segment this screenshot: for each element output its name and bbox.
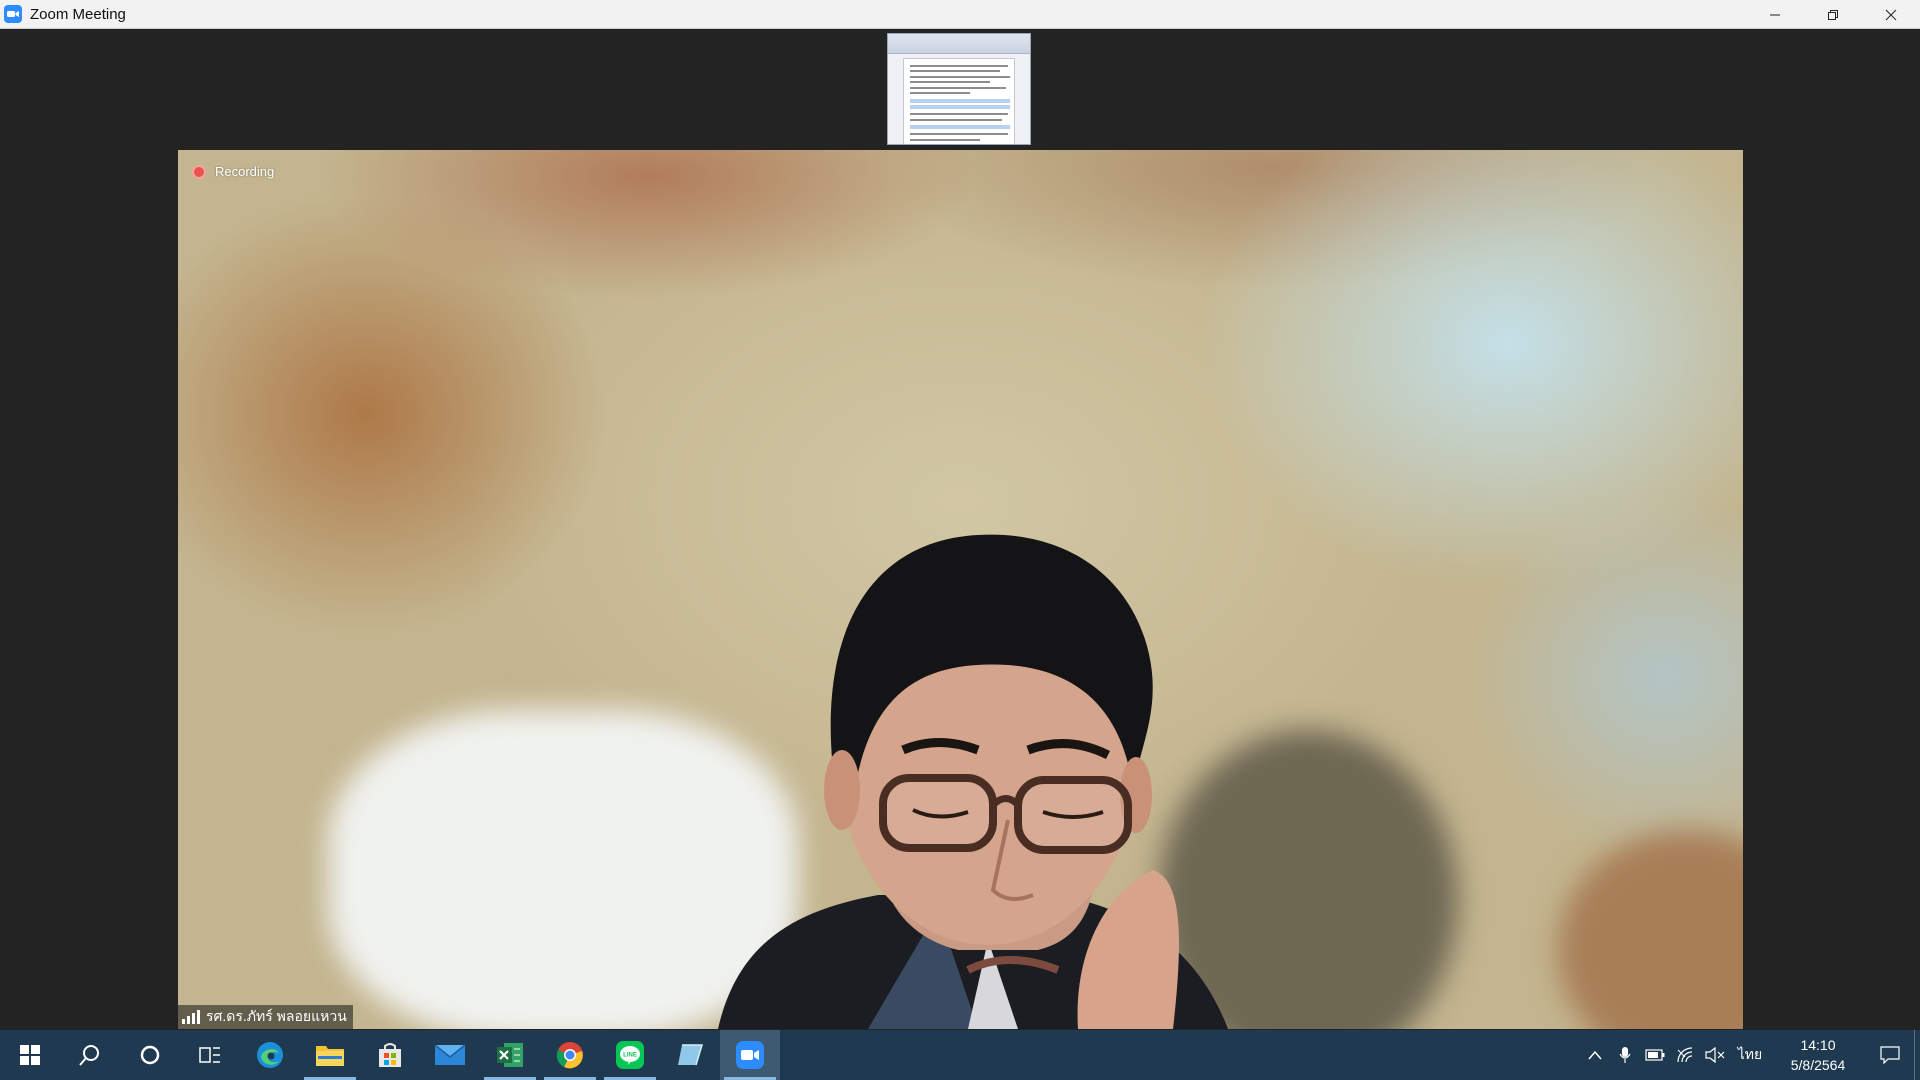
mail-button[interactable] — [420, 1030, 480, 1080]
search-button[interactable] — [60, 1030, 120, 1080]
chrome-button[interactable] — [540, 1030, 600, 1080]
excel-button[interactable] — [480, 1030, 540, 1080]
recording-indicator: Recording — [192, 164, 274, 179]
search-icon — [79, 1045, 99, 1066]
meeting-area: Recording รศ.ดร.ภัทร์ พลอยแหวน — [0, 29, 1920, 1030]
store-icon — [379, 1043, 401, 1067]
excel-icon — [497, 1043, 523, 1067]
participant-video[interactable]: Recording รศ.ดร.ภัทร์ พลอยแหวน — [178, 150, 1743, 1029]
document-ribbon — [888, 34, 1030, 54]
chevron-up-icon — [1588, 1050, 1602, 1060]
zoom-taskbar-button[interactable] — [720, 1030, 780, 1080]
file-explorer-button[interactable] — [300, 1030, 360, 1080]
participant-nameplate: รศ.ดร.ภัทร์ พลอยแหวน — [178, 1005, 353, 1029]
notepad-button[interactable] — [660, 1030, 720, 1080]
window-titlebar: Zoom Meeting — [0, 0, 1920, 29]
edge-icon — [257, 1042, 283, 1068]
battery-icon — [1645, 1049, 1665, 1061]
microphone-icon — [1619, 1047, 1631, 1063]
store-button[interactable] — [360, 1030, 420, 1080]
input-language-button[interactable]: ไทย — [1730, 1030, 1770, 1080]
window-title: Zoom Meeting — [30, 5, 126, 23]
show-desktop-button[interactable] — [1914, 1030, 1920, 1080]
task-view-button[interactable] — [180, 1030, 240, 1080]
participant-figure — [718, 534, 1228, 1029]
document-page — [903, 58, 1015, 144]
participant-name: รศ.ดร.ภัทร์ พลอยแหวน — [206, 1008, 347, 1024]
windows-logo-icon — [20, 1045, 40, 1065]
line-icon: LINE — [616, 1041, 644, 1069]
recording-dot-icon — [192, 164, 206, 179]
network-button[interactable] — [1670, 1030, 1700, 1080]
minimize-button[interactable] — [1746, 0, 1804, 29]
battery-button[interactable] — [1640, 1030, 1670, 1080]
folder-icon — [316, 1046, 344, 1066]
taskbar-clock[interactable]: 14:10 5/8/2564 — [1770, 1035, 1866, 1075]
start-button[interactable] — [0, 1030, 60, 1080]
clock-time: 14:10 — [1800, 1037, 1836, 1053]
volume-button[interactable] — [1700, 1030, 1730, 1080]
mail-icon — [434, 1044, 466, 1065]
show-hidden-icons-button[interactable] — [1580, 1030, 1610, 1080]
cortana-button[interactable] — [120, 1030, 180, 1080]
clock-date: 5/8/2564 — [1790, 1057, 1846, 1073]
line-button[interactable]: LINE — [600, 1030, 660, 1080]
close-button[interactable] — [1862, 0, 1920, 29]
action-center-button[interactable] — [1866, 1030, 1914, 1080]
zoom-icon — [736, 1041, 764, 1069]
edge-button[interactable] — [240, 1030, 300, 1080]
circle-icon — [140, 1045, 160, 1065]
windows-taskbar: LINE ไทย 14:10 5/8/2564 — [0, 1030, 1920, 1080]
signal-strength-icon — [182, 1010, 200, 1024]
svg-text:LINE: LINE — [623, 1053, 637, 1059]
wifi-icon — [1677, 1047, 1693, 1063]
chrome-icon — [556, 1042, 583, 1069]
task-view-icon — [199, 1047, 220, 1063]
shared-screen-thumbnail[interactable] — [887, 33, 1031, 145]
notepad-icon — [678, 1044, 704, 1066]
zoom-app-icon — [4, 5, 22, 23]
recording-label: Recording — [215, 164, 275, 179]
system-tray: ไทย 14:10 5/8/2564 — [1580, 1030, 1920, 1080]
notification-icon — [1880, 1046, 1900, 1064]
microphone-button[interactable] — [1610, 1030, 1640, 1080]
volume-muted-icon — [1705, 1047, 1725, 1063]
restore-button[interactable] — [1804, 0, 1862, 29]
